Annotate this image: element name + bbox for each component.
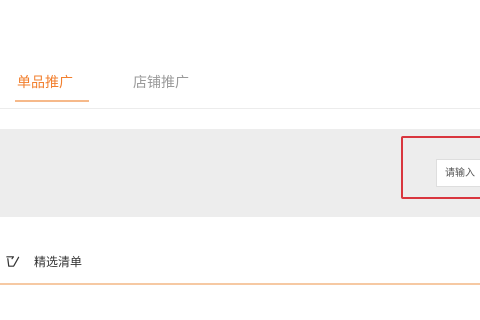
tab-single-item-promotion[interactable]: 单品推广 [17, 74, 73, 92]
section-divider [0, 283, 480, 285]
pencil-edit-icon [6, 255, 20, 267]
tab-divider [0, 108, 480, 109]
curated-list-label: 精选清单 [34, 254, 83, 269]
search-input[interactable] [436, 159, 480, 187]
tab-store-promotion[interactable]: 店铺推广 [133, 74, 189, 92]
tab-bar: 单品推广 店铺推广 [0, 62, 480, 108]
curated-list-button[interactable]: 精选清单 [5, 252, 82, 270]
active-tab-underline [15, 100, 89, 102]
